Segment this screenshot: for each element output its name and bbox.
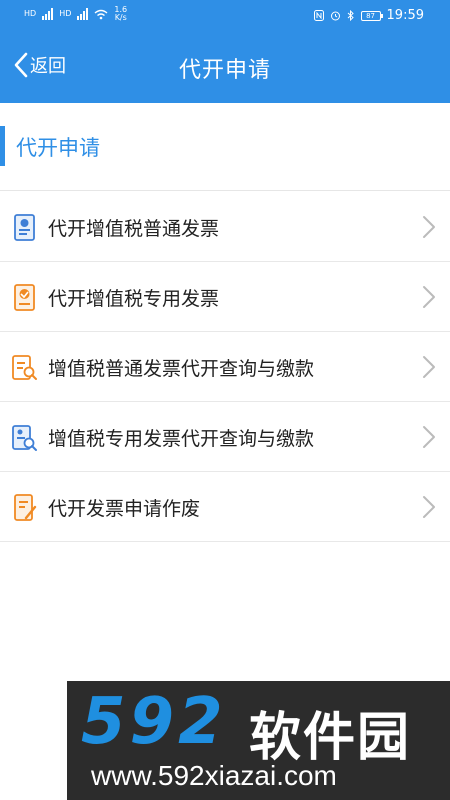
chevron-right-icon <box>423 356 435 378</box>
menu-item-label: 增值税专用发票代开查询与缴款 <box>48 428 315 450</box>
watermark-logo-number: 592 <box>81 685 227 759</box>
net-speed: 1.6 K/s <box>114 6 127 22</box>
menu-item-label: 代开增值税普通发票 <box>48 218 220 240</box>
net-speed-unit: K/s <box>114 13 127 22</box>
battery-icon: 87 <box>360 10 383 21</box>
watermark-url: www.592xiazai.com <box>91 760 337 791</box>
chevron-right-icon <box>423 496 435 518</box>
hd-label-2: HD <box>59 9 72 18</box>
invoice-doc-icon <box>14 214 35 241</box>
nfc-icon <box>313 10 324 21</box>
menu-item-special-query-payment[interactable]: 增值税专用发票代开查询与缴款 <box>0 402 450 472</box>
chevron-right-icon <box>423 216 435 238</box>
bluetooth-icon <box>347 10 354 21</box>
menu-item-label: 代开发票申请作废 <box>48 498 201 520</box>
app-header: HD HD 1.6 K/s 87 19:59 返回 代开申请 <box>0 0 450 103</box>
menu-item-label: 代开增值税专用发票 <box>48 288 220 310</box>
search-list-icon <box>12 425 37 451</box>
chevron-right-icon <box>423 286 435 308</box>
section-header: 代开申请 <box>0 118 450 176</box>
menu-list: 代开增值税普通发票 代开增值税专用发票 增值税普通发票代开查询与缴款 增值税专用… <box>0 192 450 542</box>
section-title: 代开申请 <box>16 136 100 160</box>
alarm-icon <box>330 11 340 21</box>
divider <box>0 190 450 191</box>
chevron-right-icon <box>423 426 435 448</box>
page-title: 代开申请 <box>178 58 271 83</box>
menu-item-ordinary-query-payment[interactable]: 增值税普通发票代开查询与缴款 <box>0 332 450 402</box>
search-document-icon <box>12 355 37 380</box>
menu-item-special-invoice[interactable]: 代开增值税专用发票 <box>0 262 450 332</box>
menu-item-label: 增值税普通发票代开查询与缴款 <box>48 358 315 380</box>
menu-item-cancel-request[interactable]: 代开发票申请作废 <box>0 472 450 542</box>
nav-bar: 返回 代开申请 <box>0 40 450 96</box>
menu-item-ordinary-invoice[interactable]: 代开增值税普通发票 <box>0 192 450 262</box>
hd-label-1: HD <box>24 9 37 18</box>
signal-icon <box>42 8 54 20</box>
status-bar: HD HD 1.6 K/s 87 19:59 <box>0 0 450 30</box>
watermark-banner: 592 软件园 www.592xiazai.com <box>67 681 450 800</box>
wifi-icon <box>94 9 108 19</box>
status-time: 19:59 <box>386 8 424 23</box>
invoice-badge-icon <box>14 284 35 311</box>
document-cancel-icon <box>14 494 37 521</box>
signal-icon-2 <box>77 8 89 20</box>
section-accent-bar <box>0 126 5 166</box>
watermark-logo-text: 软件园 <box>249 708 412 768</box>
